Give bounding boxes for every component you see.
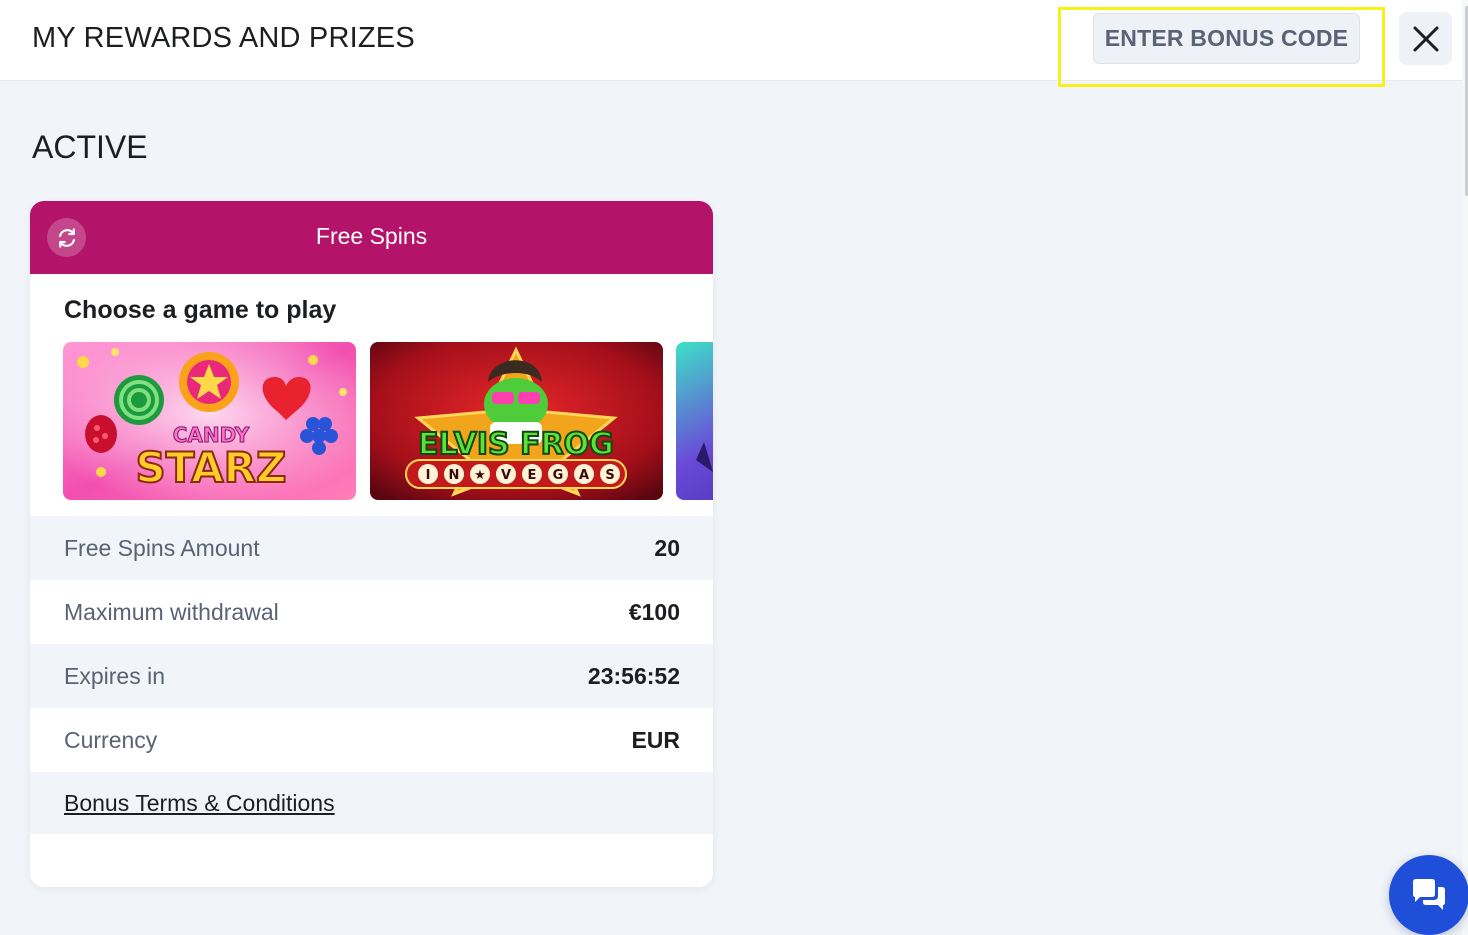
game-tile-candy-starz[interactable]: CANDY STARZ <box>63 342 356 500</box>
svg-text:★: ★ <box>474 468 486 483</box>
detail-value: 20 <box>654 534 680 561</box>
terms-row: Bonus Terms & Conditions <box>30 772 713 834</box>
detail-label: Expires in <box>64 662 165 689</box>
detail-row-expires-in: Expires in 23:56:52 <box>30 644 713 708</box>
svg-text:N: N <box>449 468 460 483</box>
choose-game-heading: Choose a game to play <box>64 296 337 324</box>
game-carousel[interactable]: CANDY STARZ ELVIS FROG I N ★ V E G A S <box>63 342 713 500</box>
enter-bonus-code-button[interactable]: ENTER BONUS CODE <box>1093 13 1360 64</box>
page-title: MY REWARDS AND PRIZES <box>32 22 415 54</box>
section-title-active: ACTIVE <box>32 129 148 165</box>
candy-starz-thumbnail: CANDY STARZ <box>63 342 356 500</box>
detail-row-maximum-withdrawal: Maximum withdrawal €100 <box>30 580 713 644</box>
detail-label: Maximum withdrawal <box>64 598 279 625</box>
card-header: Free Spins <box>30 201 713 274</box>
detail-label: Currency <box>64 726 158 753</box>
top-bar: MY REWARDS AND PRIZES ENTER BONUS CODE <box>0 0 1462 81</box>
detail-row-free-spins-amount: Free Spins Amount 20 <box>30 516 713 580</box>
svg-text:I: I <box>426 468 431 483</box>
chat-button[interactable] <box>1389 855 1468 935</box>
elvis-frog-thumbnail: ELVIS FROG I N ★ V E G A S <box>370 342 663 500</box>
svg-text:STARZ: STARZ <box>136 443 287 492</box>
svg-text:A: A <box>579 468 589 483</box>
chat-icon <box>1413 879 1445 910</box>
detail-label: Free Spins Amount <box>64 534 260 561</box>
game-tile-partial[interactable] <box>676 342 713 500</box>
detail-row-currency: Currency EUR <box>30 708 713 772</box>
svg-text:E: E <box>528 468 537 483</box>
free-spins-reward-card: Free Spins Choose a game to play CANDY S… <box>30 201 713 887</box>
detail-value: €100 <box>628 598 680 625</box>
detail-value: 23:56:52 <box>587 662 680 689</box>
svg-text:ELVIS FROG: ELVIS FROG <box>418 427 614 462</box>
svg-text:V: V <box>501 468 511 483</box>
svg-text:S: S <box>605 468 614 483</box>
game-tile-elvis-frog[interactable]: ELVIS FROG I N ★ V E G A S <box>370 342 663 500</box>
detail-value: EUR <box>631 726 680 753</box>
third-game-thumbnail <box>676 342 713 500</box>
close-button[interactable] <box>1399 12 1452 65</box>
bonus-terms-link[interactable]: Bonus Terms & Conditions <box>64 790 335 817</box>
close-icon <box>1413 26 1438 51</box>
reward-type-label: Free Spins <box>315 223 428 249</box>
svg-text:G: G <box>553 468 564 483</box>
